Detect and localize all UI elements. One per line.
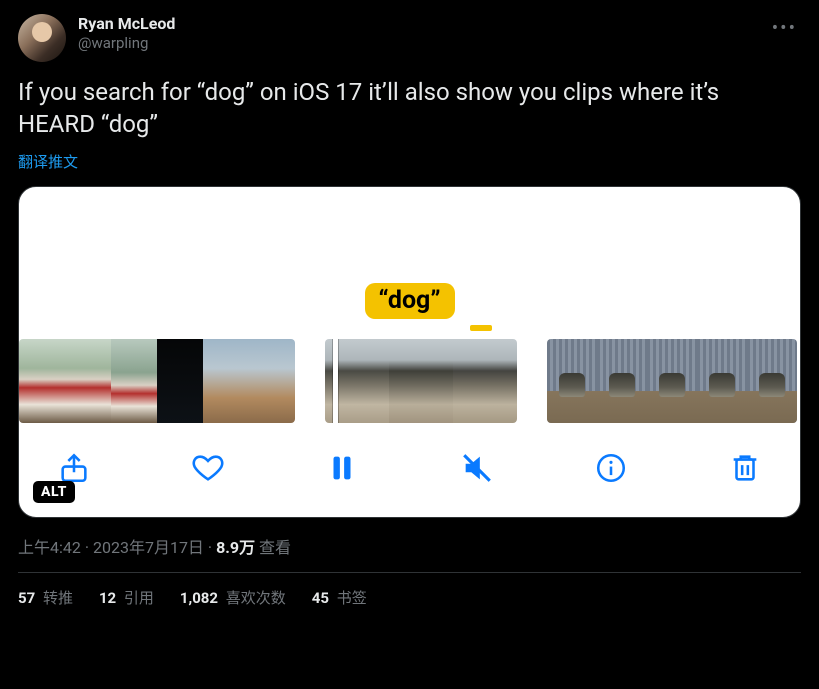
like-button[interactable] xyxy=(187,447,229,489)
video-timeline[interactable] xyxy=(19,339,800,423)
tweet-time[interactable]: 上午4:42 xyxy=(18,538,81,557)
timeline-frame xyxy=(249,339,295,423)
pause-icon xyxy=(325,451,359,485)
bookmarks-stat[interactable]: 45 书签 xyxy=(312,587,367,608)
timeline-frame xyxy=(19,339,65,423)
tweet-text: If you search for “dog” on iOS 17 it’ll … xyxy=(18,76,801,141)
delete-button[interactable] xyxy=(724,447,766,489)
timeline-frame xyxy=(597,339,647,423)
author-block[interactable]: Ryan McLeod @warpling xyxy=(78,14,175,53)
author-handle: @warpling xyxy=(78,34,175,53)
timeline-frame xyxy=(697,339,747,423)
trash-icon xyxy=(728,451,762,485)
timeline-frame xyxy=(647,339,697,423)
heart-icon xyxy=(191,451,225,485)
timeline-frame xyxy=(747,339,797,423)
views-count: 8.9万 xyxy=(216,538,255,557)
caption-chip: “dog” xyxy=(365,283,455,319)
avatar[interactable] xyxy=(18,14,66,62)
tweet-meta: 上午4:42 2023年7月17日 8.9万 查看 xyxy=(18,534,801,558)
translate-link[interactable]: 翻译推文 xyxy=(18,151,801,172)
info-button[interactable] xyxy=(590,447,632,489)
pause-button[interactable] xyxy=(321,447,363,489)
alt-badge[interactable]: ALT xyxy=(33,481,75,503)
timeline-clip[interactable] xyxy=(547,339,797,423)
caption-chip-row: “dog” xyxy=(19,283,800,325)
likes-stat[interactable]: 1,082 喜欢次数 xyxy=(180,587,286,608)
tweet-stats: 57 转推 12 引用 1,082 喜欢次数 45 书签 xyxy=(18,573,801,608)
timeline-frame xyxy=(157,339,203,423)
mute-button[interactable] xyxy=(456,447,498,489)
info-icon xyxy=(594,451,628,485)
author-display-name: Ryan McLeod xyxy=(78,14,175,34)
timeline-frame xyxy=(203,339,249,423)
more-options-button[interactable]: ••• xyxy=(768,14,801,41)
retweets-stat[interactable]: 57 转推 xyxy=(18,587,73,608)
timeline-clip[interactable] xyxy=(19,339,295,423)
timeline-frame xyxy=(65,339,111,423)
timeline-frame xyxy=(111,339,157,423)
speaker-muted-icon xyxy=(460,451,494,485)
media-whitespace xyxy=(19,187,800,283)
share-icon xyxy=(57,451,91,485)
media-card[interactable]: “dog” xyxy=(18,186,801,518)
caption-pointer-row xyxy=(19,325,800,339)
caption-pointer-icon xyxy=(470,325,492,331)
views-label: 查看 xyxy=(255,538,291,557)
playhead-icon[interactable] xyxy=(333,339,338,423)
tweet-date[interactable]: 2023年7月17日 xyxy=(93,538,204,557)
media-toolbar xyxy=(19,423,800,517)
tweet-container: Ryan McLeod @warpling ••• If you search … xyxy=(0,0,819,618)
timeline-frame xyxy=(547,339,597,423)
timeline-frame xyxy=(389,339,453,423)
tweet-header: Ryan McLeod @warpling ••• xyxy=(18,14,801,62)
timeline-clip[interactable] xyxy=(325,339,517,423)
quotes-stat[interactable]: 12 引用 xyxy=(99,587,154,608)
timeline-frame xyxy=(453,339,517,423)
